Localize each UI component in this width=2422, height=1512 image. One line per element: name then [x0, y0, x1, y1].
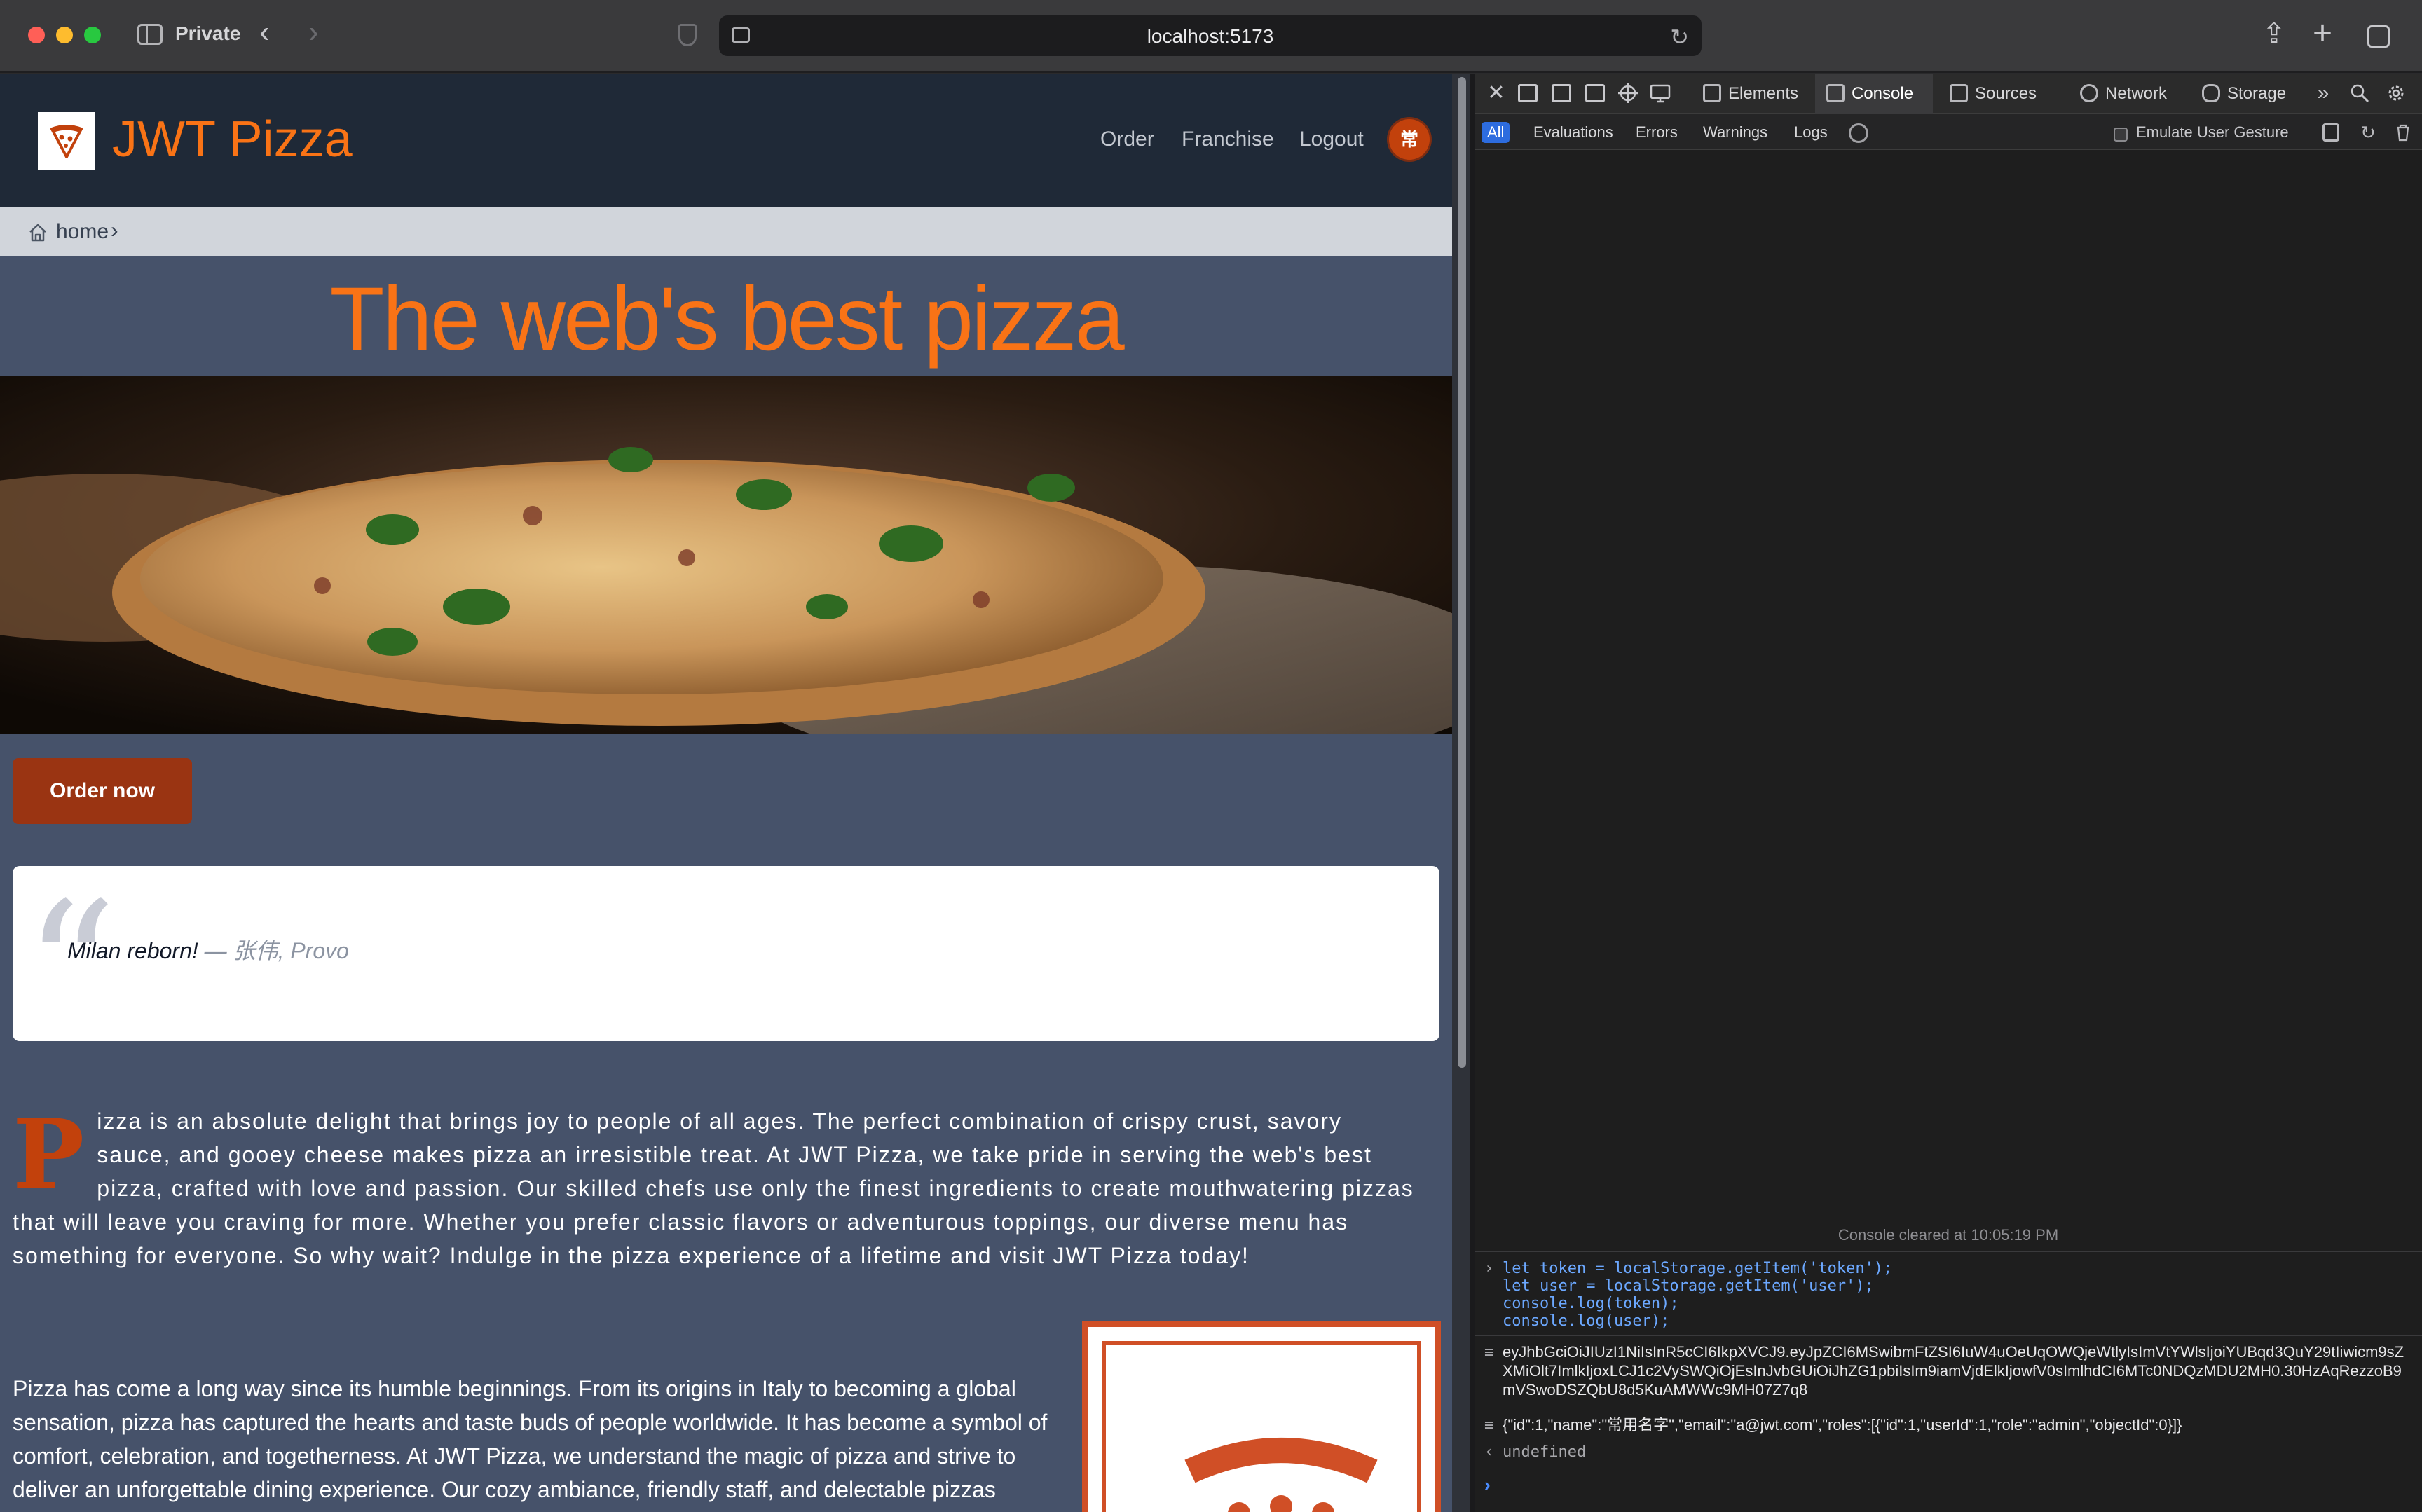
nav-order-link[interactable]: Order	[1100, 128, 1154, 151]
side-logo-image	[1082, 1321, 1441, 1512]
tab-sources[interactable]: Sources	[1938, 74, 2059, 114]
console-icon	[1826, 84, 1845, 102]
testimonial-text: Milan reborn! — 张伟, Provo	[67, 933, 349, 965]
filter-logs[interactable]: Logs	[1788, 122, 1833, 143]
zoom-window-button[interactable]	[84, 27, 101, 43]
nav-franchise-link[interactable]: Franchise	[1182, 128, 1274, 151]
tab-elements[interactable]: Elements	[1692, 74, 1824, 114]
storage-icon	[2202, 84, 2220, 102]
tab-console-label: Console	[1852, 84, 1914, 103]
network-icon	[2080, 84, 2098, 102]
console-result: undefined	[1503, 1443, 1587, 1461]
log-output-icon: ≡	[1484, 1344, 1494, 1361]
breadcrumb: home ›	[0, 207, 1452, 256]
shield-icon[interactable]	[678, 24, 697, 46]
intro-paragraph-text: izza is an absolute delight that brings …	[13, 1108, 1414, 1268]
url-text[interactable]: localhost:5173	[719, 25, 1702, 48]
intro-paragraph: Pizza is an absolute delight that brings…	[13, 1104, 1414, 1272]
device-icon[interactable]	[1650, 83, 1671, 104]
search-icon[interactable]	[2349, 83, 2370, 104]
pizza-logo-icon	[1184, 1438, 1378, 1512]
console-token-output[interactable]: eyJhbGciOiJIUzI1NiIsInR5cCI6IkpXVCJ9.eyJ…	[1503, 1342, 2414, 1399]
page-scrollbar[interactable]	[1452, 74, 1470, 1512]
order-now-button[interactable]: Order now	[13, 758, 192, 824]
filter-menu-icon[interactable]	[1849, 123, 1868, 143]
dock-side-icon[interactable]	[1518, 84, 1538, 102]
console-input-code[interactable]: let token = localStorage.getItem('token'…	[1503, 1260, 2414, 1330]
testimonial-author: — 张伟, Provo	[198, 938, 349, 963]
tab-network-label: Network	[2105, 84, 2168, 103]
dock-bottom-icon[interactable]	[1552, 84, 1571, 102]
chevron-right-icon: ›	[111, 217, 118, 242]
home-icon[interactable]	[28, 223, 48, 242]
sources-icon	[1950, 84, 1968, 102]
logo[interactable]	[38, 112, 95, 170]
side-image-frame	[1102, 1341, 1421, 1512]
site-header: JWT Pizza Order Franchise Logout 常	[0, 74, 1452, 207]
hero-pizza-image	[0, 376, 1452, 734]
nav-logout-link[interactable]: Logout	[1299, 128, 1364, 151]
result-chevron-icon: ‹	[1484, 1443, 1494, 1461]
tab-console[interactable]: Console	[1815, 74, 1933, 114]
minimize-window-button[interactable]	[56, 27, 73, 43]
testimonial-quote: Milan reborn!	[67, 938, 198, 963]
console-cleared-message: Console cleared at 10:05:19 PM	[1838, 1226, 2059, 1244]
element-picker-icon[interactable]	[1617, 83, 1638, 104]
tab-storage[interactable]: Storage	[2191, 74, 2310, 114]
input-chevron-icon: ›	[1484, 1260, 1494, 1277]
trash-icon[interactable]	[2394, 123, 2412, 142]
private-label: Private	[175, 22, 241, 44]
tabs-icon[interactable]	[2367, 25, 2390, 48]
forward-button[interactable]: ›	[308, 17, 319, 48]
filter-all[interactable]: All	[1482, 122, 1510, 143]
gear-icon[interactable]	[2386, 83, 2407, 104]
console-prompt-icon[interactable]: ›	[1484, 1474, 1491, 1496]
close-window-button[interactable]	[28, 27, 45, 43]
close-icon[interactable]: ✕	[1486, 83, 1507, 104]
more-tabs-icon[interactable]: »	[2313, 83, 2334, 104]
sidebar-icon[interactable]	[137, 24, 163, 45]
reload-icon[interactable]: ↻	[1670, 24, 1689, 50]
refresh-icon[interactable]: ↻	[2359, 123, 2377, 142]
emulate-gesture-checkbox[interactable]	[2114, 128, 2128, 142]
console-user-output[interactable]: {"id":1,"name":"常用名字","email":"a@jwt.com…	[1503, 1415, 2414, 1434]
tab-storage-label: Storage	[2227, 84, 2287, 103]
tab-sources-label: Sources	[1975, 84, 2037, 103]
filter-evaluations[interactable]: Evaluations	[1528, 122, 1619, 143]
emulate-gesture-label: Emulate User Gesture	[2136, 123, 2289, 141]
browser-toolbar: Private ‹ › localhost:5173 ↻ ⇪ +	[0, 0, 2422, 73]
site-title[interactable]: JWT Pizza	[112, 111, 353, 168]
plus-icon[interactable]: +	[2313, 15, 2332, 52]
page-scroll-thumb[interactable]	[1458, 77, 1466, 1068]
filter-warnings[interactable]: Warnings	[1697, 122, 1773, 143]
filter-errors[interactable]: Errors	[1630, 122, 1683, 143]
console-separator	[1475, 1335, 2422, 1336]
breadcrumb-home-link[interactable]: home	[56, 220, 109, 244]
hero-title: The web's best pizza	[329, 269, 1124, 369]
back-button[interactable]: ‹	[259, 17, 270, 48]
tab-network[interactable]: Network	[2069, 74, 2195, 114]
web-page: JWT Pizza Order Franchise Logout 常 home …	[0, 74, 1452, 1512]
log-output-icon: ≡	[1484, 1417, 1494, 1434]
inspector-toolbar: ✕ Elements Console Sources Network Stora…	[1475, 74, 2422, 114]
pizza-photo	[0, 376, 1452, 734]
console-filter-bar: All Evaluations Errors Warnings Logs Emu…	[1475, 114, 2422, 150]
elements-icon	[1703, 84, 1721, 102]
tab-elements-label: Elements	[1728, 84, 1799, 103]
testimonial-card: “ Milan reborn! — 张伟, Provo	[13, 866, 1439, 1061]
drop-cap: P	[13, 1099, 85, 1211]
pizza-logo-icon	[50, 125, 83, 158]
share-icon[interactable]: ⇪	[2262, 15, 2286, 52]
quote-icon: “	[24, 864, 117, 1075]
web-inspector: ✕ Elements Console Sources Network Stora…	[1475, 74, 2422, 1512]
console-separator	[1475, 1251, 2422, 1252]
user-avatar[interactable]: 常	[1389, 119, 1430, 160]
undock-icon[interactable]	[1585, 84, 1605, 102]
history-paragraph: Pizza has come a long way since its humb…	[13, 1376, 1048, 1512]
address-bar[interactable]: localhost:5173 ↻	[719, 15, 1702, 56]
preserve-log-icon[interactable]	[2322, 123, 2339, 142]
